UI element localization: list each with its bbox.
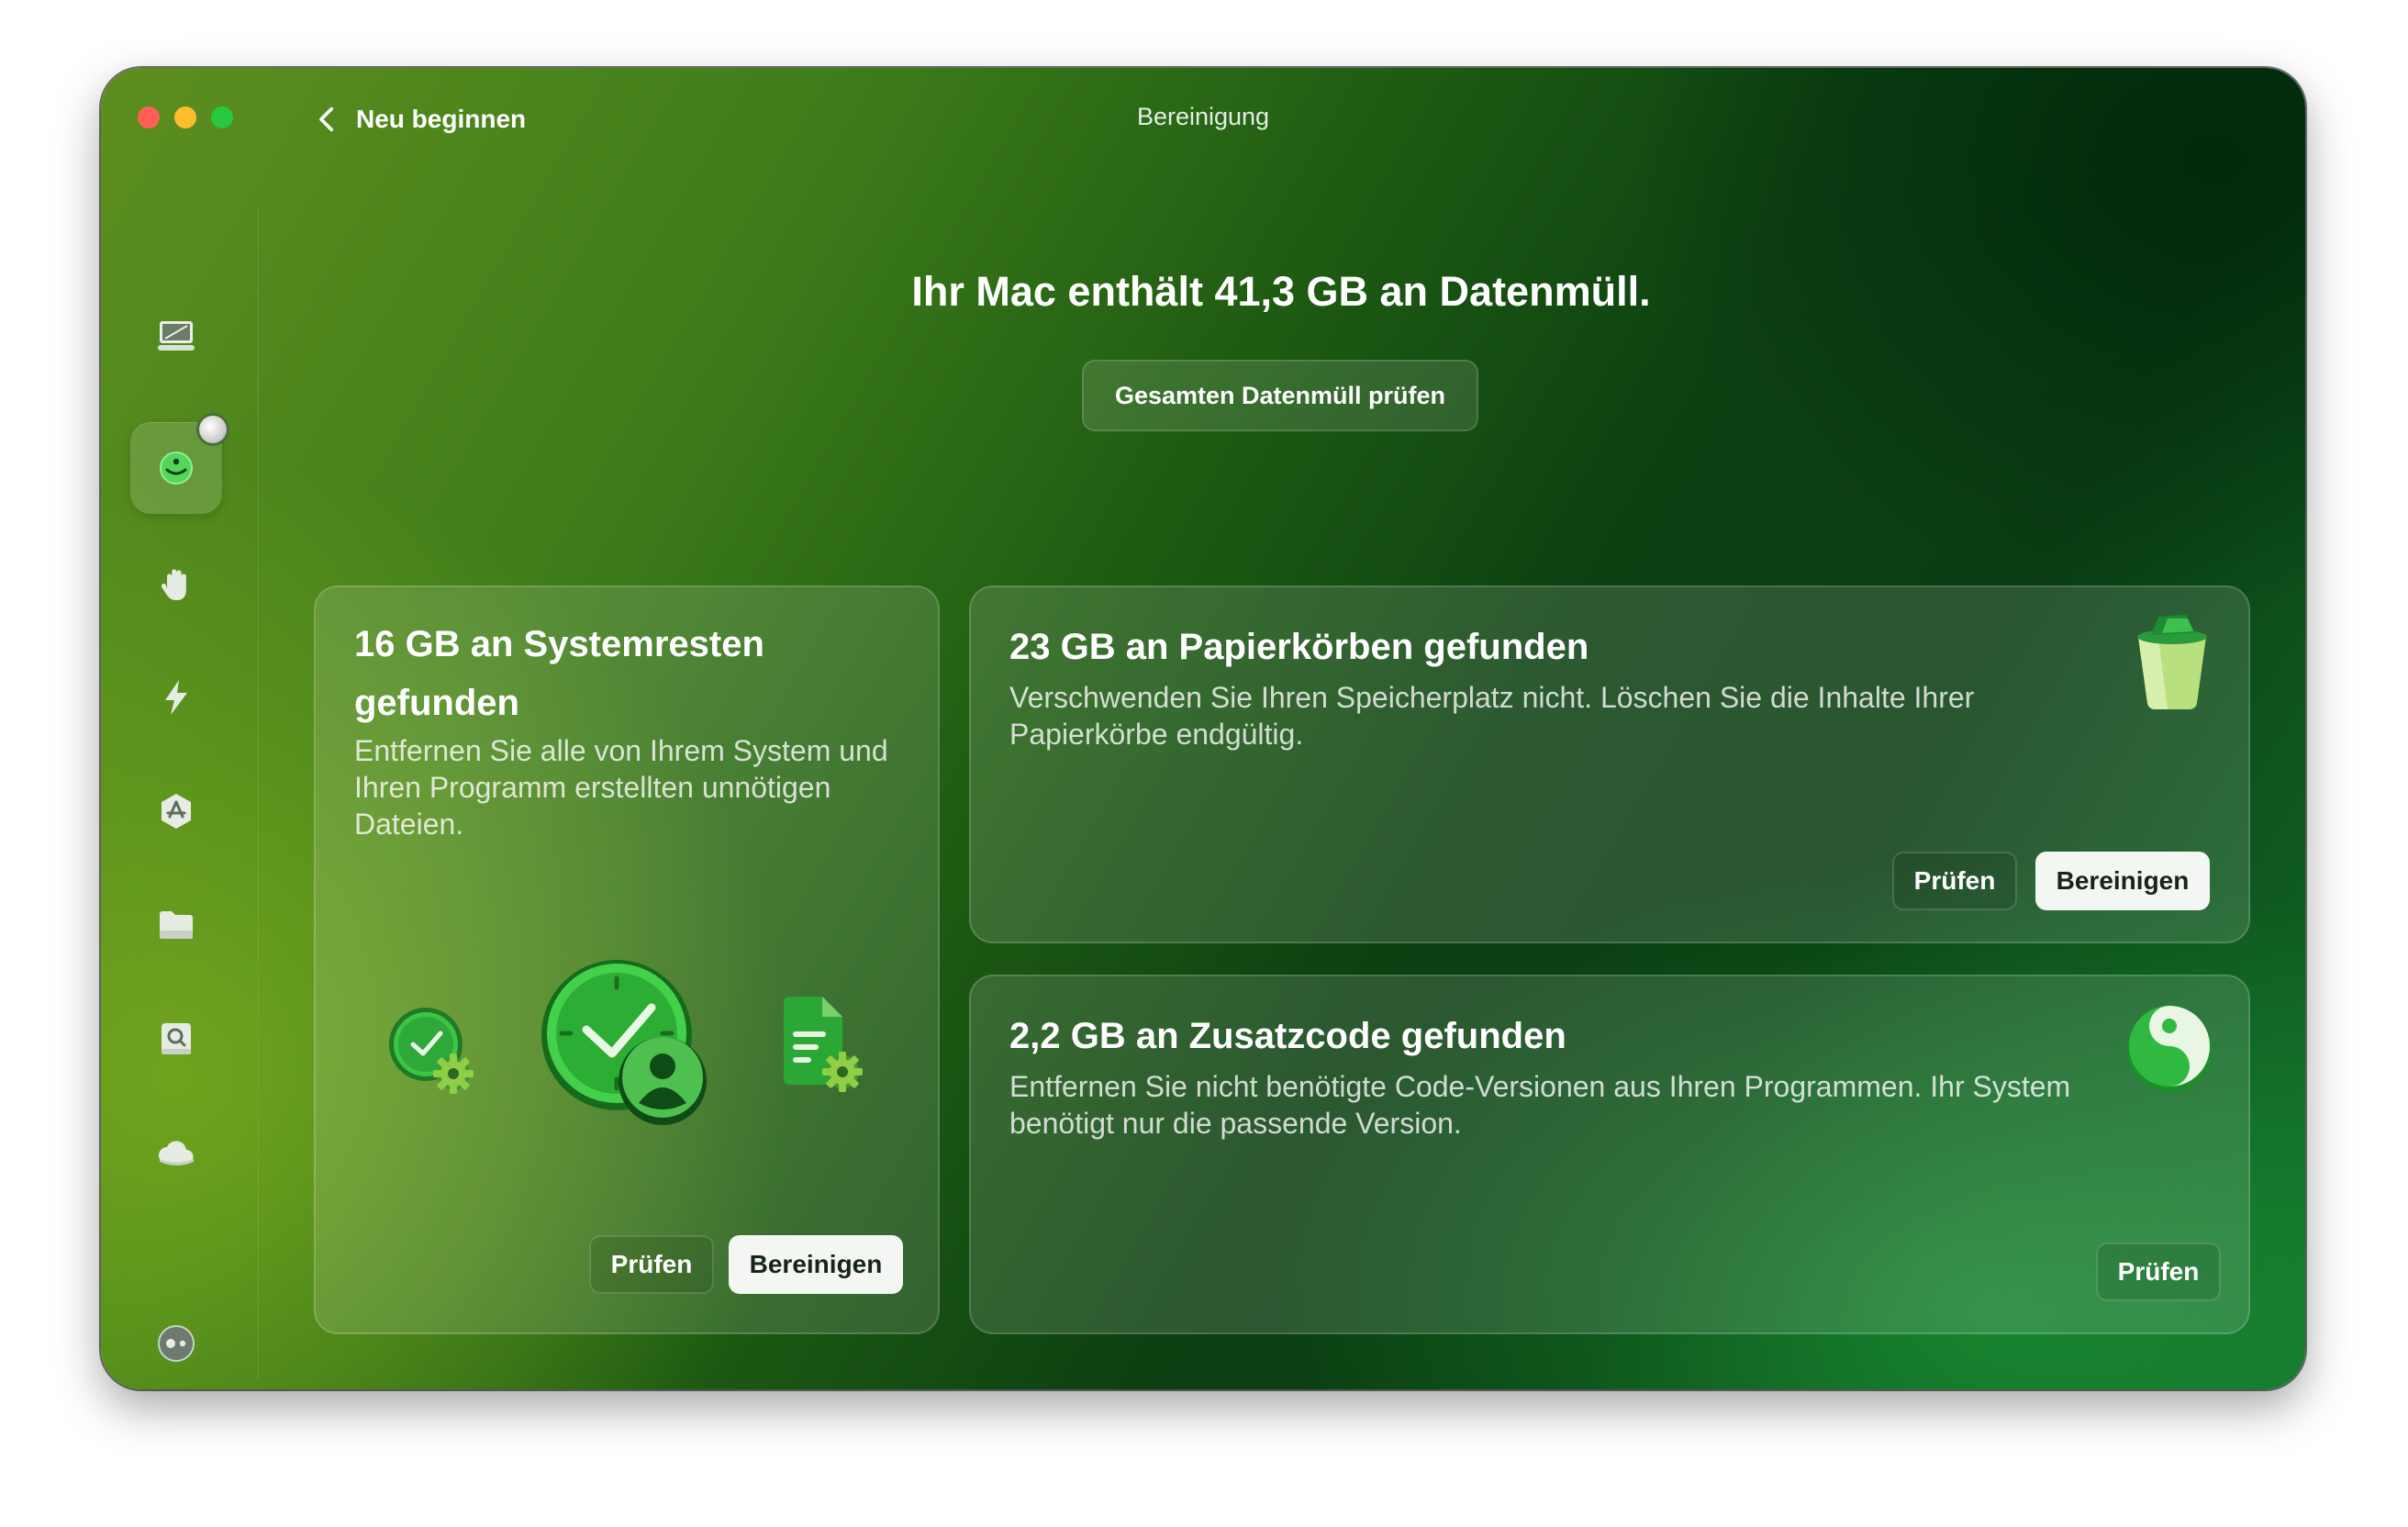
trash-bins-description: Verschwenden Sie Ihren Speicherplatz nic… xyxy=(1009,681,1975,751)
clock-user-icon xyxy=(541,960,707,1125)
trash-bin-icon xyxy=(2137,615,2207,710)
cloud-icon xyxy=(159,1141,194,1165)
system-junk-title: 16 GB an Systemresten gefunden xyxy=(354,624,764,723)
trash-bins-card: 23 GB an Papierkörben gefunden Verschwen… xyxy=(969,585,2250,943)
sidebar-item-assistant[interactable] xyxy=(130,1298,222,1389)
sidebar-item-smart-scan[interactable] xyxy=(130,290,222,382)
system-junk-clean-button[interactable]: Bereinigen xyxy=(729,1235,903,1294)
cleanup-icon xyxy=(160,451,193,485)
system-junk-card: 16 GB an Systemresten gefunden Entfernen… xyxy=(314,585,940,1334)
sidebar-item-my-clutter[interactable] xyxy=(130,879,222,971)
extra-code-card: 2,2 GB an Zusatzcode gefunden Entfernen … xyxy=(969,975,2250,1334)
sidebar-item-cloud[interactable] xyxy=(130,1107,222,1198)
system-junk-description: Entfernen Sie alle von Ihrem System und … xyxy=(354,734,888,841)
sidebar-item-performance[interactable] xyxy=(130,652,222,743)
notification-badge xyxy=(196,413,229,446)
lens-icon xyxy=(162,1023,191,1054)
sidebar-item-space-lens[interactable] xyxy=(130,993,222,1085)
monitor-icon xyxy=(158,321,195,351)
folder-icon xyxy=(160,911,193,939)
extra-code-title: 2,2 GB an Zusatzcode gefunden xyxy=(1009,1016,1566,1056)
lightning-icon xyxy=(165,680,187,715)
document-gear-icon xyxy=(784,997,863,1092)
window-title: Bereinigung xyxy=(1136,103,1270,130)
assistant-icon xyxy=(158,1325,195,1362)
extra-code-review-button[interactable]: Prüfen xyxy=(2096,1243,2221,1301)
trash-clean-button[interactable]: Bereinigen xyxy=(2035,852,2210,910)
trash-bins-title: 23 GB an Papierkörben gefunden xyxy=(1009,627,1589,667)
sidebar xyxy=(101,206,259,1380)
system-junk-review-button[interactable]: Prüfen xyxy=(589,1235,714,1294)
sidebar-item-applications[interactable] xyxy=(130,765,222,857)
review-all-junk-button[interactable]: Gesamten Datenmüll prüfen xyxy=(1082,360,1478,431)
app-window: Neu beginnen Bereinigung Ihr Mac enthält… xyxy=(101,68,2305,1389)
trash-review-button[interactable]: Prüfen xyxy=(1892,852,2017,910)
app-icon xyxy=(162,794,191,829)
sidebar-item-cleanup[interactable] xyxy=(130,413,229,514)
sidebar-item-protection[interactable] xyxy=(130,538,222,630)
code-orb-icon xyxy=(2127,1006,2212,1092)
extra-code-description: Entfernen Sie nicht benötigte Code-Versi… xyxy=(1009,1070,2071,1140)
clock-gear-icon xyxy=(389,1008,474,1094)
page-title: Ihr Mac enthält 41,3 GB an Datenmüll. xyxy=(911,268,1651,315)
hand-icon xyxy=(161,569,186,600)
